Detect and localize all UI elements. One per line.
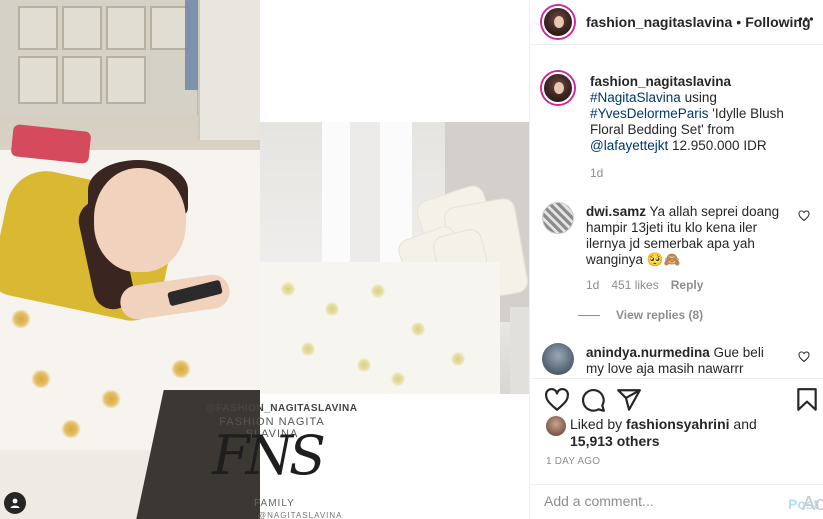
liked-by-and: and xyxy=(729,416,757,432)
view-replies-label: View replies (8) xyxy=(616,308,704,322)
comment-username[interactable]: dwi.samz xyxy=(586,204,646,219)
watermark: @FASHION_NAGITASLAVINA FASHION NAGITA SL… xyxy=(170,400,360,519)
comment-text: anindya.nurmedina Gue beli my love aja m… xyxy=(586,345,784,377)
avatar[interactable] xyxy=(542,6,574,38)
bedside-table xyxy=(510,307,529,394)
header-username[interactable]: fashion_nagitaslavina xyxy=(586,14,732,30)
more-options-icon[interactable] xyxy=(796,10,816,34)
person-face xyxy=(94,168,186,272)
post-sidebar: fashion_nagitaslavina • Following fashio… xyxy=(529,0,823,519)
hashtag-nagitaslavina[interactable]: #NagitaSlavina xyxy=(590,90,681,105)
comment-username[interactable]: anindya.nurmedina xyxy=(586,345,710,360)
liked-by-user[interactable]: fashionsyahrini xyxy=(626,416,729,432)
comment-text: dwi.samz Ya allah seprei doang hampir 13… xyxy=(586,204,784,268)
commenter-avatar[interactable] xyxy=(542,202,574,234)
caption-text: fashion_nagitaslavina #NagitaSlavina usi… xyxy=(590,74,790,154)
liked-by-others[interactable]: 15,913 others xyxy=(570,433,660,449)
add-comment-input[interactable] xyxy=(544,493,764,509)
dresser xyxy=(198,0,260,140)
likes-summary: Liked by fashionsyahrini and 15,913 othe… xyxy=(546,416,816,450)
post-header: fashion_nagitaslavina • Following xyxy=(530,0,823,45)
comment-like-heart-icon[interactable] xyxy=(798,210,810,222)
hashtag-yvesdelormeparis[interactable]: #YvesDelormeParis xyxy=(590,106,709,121)
watermark-family-handle: @NAGITASLAVINA xyxy=(258,511,343,519)
comment-bubble-icon[interactable] xyxy=(580,387,606,413)
duvet xyxy=(260,262,500,394)
caption-price: 12.950.000 IDR xyxy=(668,138,767,153)
header-separator: • xyxy=(736,14,742,30)
like-heart-icon[interactable] xyxy=(544,387,570,413)
watermark-family: FAMILY xyxy=(254,498,295,509)
add-comment-bar: Post Ac xyxy=(530,484,823,519)
likes-text: Liked by fashionsyahrini and 15,913 othe… xyxy=(570,416,790,450)
mention-lafayettejkt[interactable]: @lafayettejkt xyxy=(590,138,668,153)
user-tag-icon[interactable] xyxy=(4,492,26,514)
watermark-handle: @FASHION_NAGITASLAVINA xyxy=(206,403,358,414)
comment-like-heart-icon[interactable] xyxy=(798,351,810,363)
comment-meta: 1d 451 likes Reply xyxy=(586,278,703,292)
shelf xyxy=(0,0,200,115)
bedroom xyxy=(260,122,529,394)
caption-avatar[interactable] xyxy=(542,72,574,104)
share-send-icon[interactable] xyxy=(616,387,642,413)
comment-time[interactable]: 1d xyxy=(586,278,599,292)
view-replies-button[interactable]: View replies (8) xyxy=(578,308,703,322)
drape xyxy=(350,122,380,272)
liker-avatar[interactable] xyxy=(546,416,566,436)
comments-list[interactable]: fashion_nagitaslavina #NagitaSlavina usi… xyxy=(530,46,823,378)
liked-by-prefix: Liked by xyxy=(570,416,627,432)
overlay-text: Ac xyxy=(802,493,823,515)
post-time-ago[interactable]: 1 DAY AGO xyxy=(546,456,600,467)
reply-button[interactable]: Reply xyxy=(671,278,704,292)
caption-using: using xyxy=(680,90,717,105)
save-bookmark-icon[interactable] xyxy=(794,387,820,413)
post-image[interactable]: @FASHION_NAGITASLAVINA FASHION NAGITA SL… xyxy=(0,0,529,519)
commenter-avatar[interactable] xyxy=(542,343,574,375)
caption-time[interactable]: 1d xyxy=(590,166,603,180)
comment-likes[interactable]: 451 likes xyxy=(611,278,658,292)
caption-username[interactable]: fashion_nagitaslavina xyxy=(590,74,731,89)
watermark-monogram: FNS xyxy=(212,424,326,487)
action-bar xyxy=(530,378,823,420)
replies-line xyxy=(578,314,600,316)
